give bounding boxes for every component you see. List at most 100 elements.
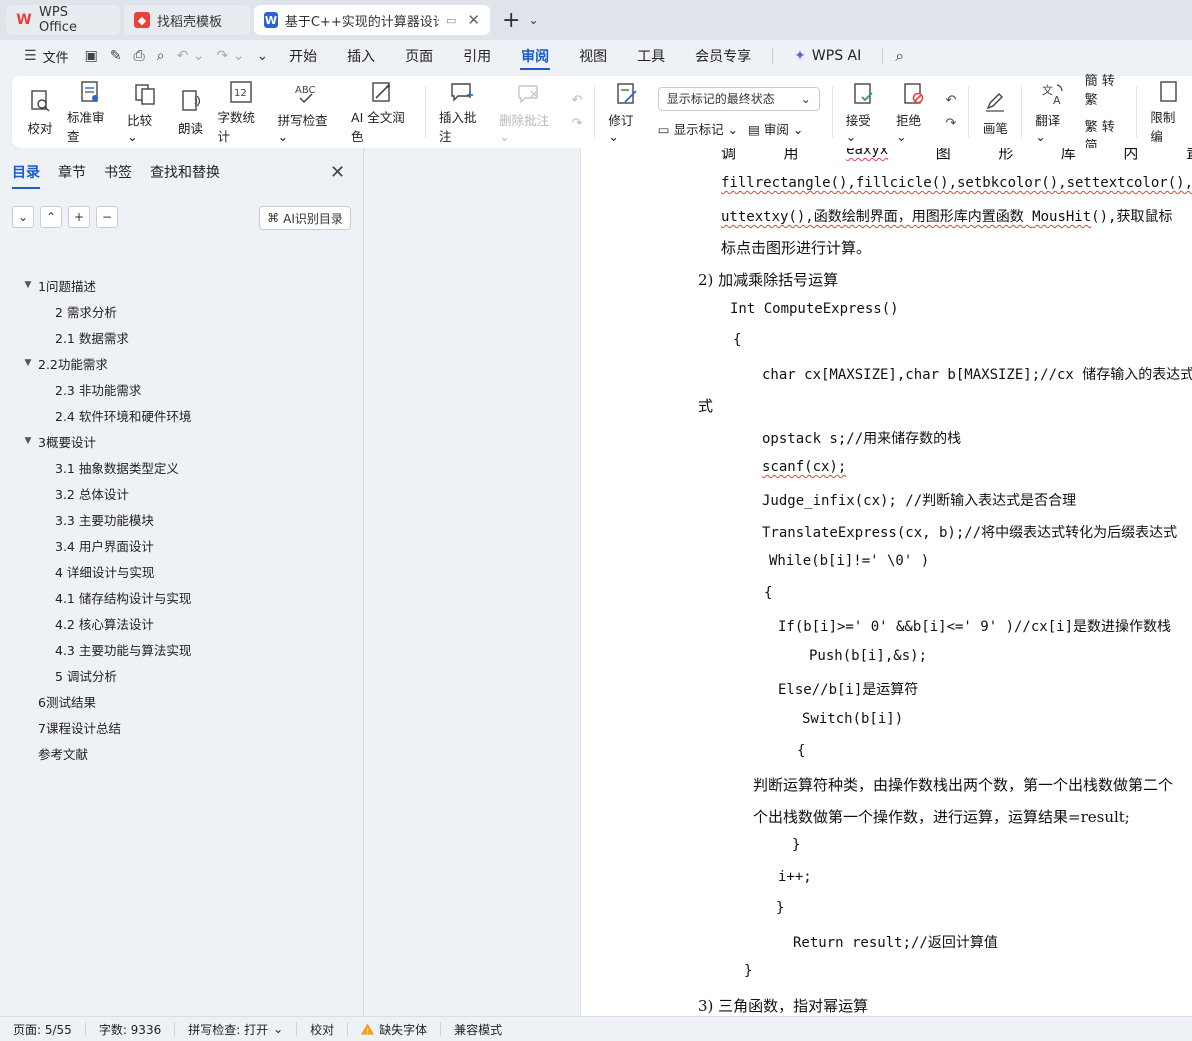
restrict-editing-button[interactable]: 限制编: [1143, 80, 1192, 144]
toc-item[interactable]: 3.4 用户界面设计: [0, 532, 364, 558]
to-traditional-button[interactable]: 簡 转繁: [1085, 70, 1125, 108]
doc-line: char cx[MAXSIZE],char b[MAXSIZE];//cx 储存…: [762, 367, 1192, 383]
menu-review[interactable]: 审阅: [506, 40, 564, 72]
undo-icon[interactable]: ↶ ⌄: [171, 48, 211, 64]
expand-triangle-icon[interactable]: ▼: [22, 436, 34, 446]
menu-tools[interactable]: 工具: [622, 40, 680, 72]
next-change-icon[interactable]: ↷: [946, 116, 957, 131]
toc-item[interactable]: ▼ 2.2功能需求: [0, 350, 364, 376]
file-menu[interactable]: 文件: [43, 47, 69, 66]
nav-tab-find-replace[interactable]: 查找和替换: [150, 162, 220, 182]
tab-label: WPS Office: [39, 5, 77, 35]
collapse-down-icon[interactable]: ⌄: [12, 206, 34, 228]
standard-review-button[interactable]: 标准审查: [60, 80, 120, 144]
close-tab-icon[interactable]: ✕: [467, 11, 480, 29]
menu-member[interactable]: 会员专享: [680, 40, 766, 72]
format-painter-icon[interactable]: ✎: [104, 48, 128, 64]
review-pane-button[interactable]: ▤ 审阅 ⌄: [748, 119, 803, 138]
proofread-button[interactable]: 校对: [20, 80, 60, 144]
toc-item[interactable]: 5 调试分析: [0, 662, 364, 688]
compare-button[interactable]: 比较 ⌄: [120, 80, 170, 144]
tab-list-chevron-icon[interactable]: ⌄: [528, 13, 538, 27]
toc-item-label: 参考文献: [38, 746, 89, 762]
translate-button[interactable]: 文A 翻译 ⌄: [1028, 80, 1078, 144]
redo-icon[interactable]: ↷ ⌄: [211, 48, 251, 64]
menu-insert[interactable]: 插入: [332, 40, 390, 72]
doc-line: }: [792, 837, 801, 853]
expand-triangle-icon[interactable]: ▼: [22, 358, 34, 368]
tab-wps-office[interactable]: W WPS Office: [6, 5, 120, 35]
insert-comment-button[interactable]: 插入批注: [432, 80, 492, 144]
markup-mode-select[interactable]: 显示标记的最终状态 ⌄: [657, 86, 820, 111]
more-chevron-icon[interactable]: ⌄: [250, 48, 274, 64]
read-aloud-button[interactable]: 朗读: [171, 80, 211, 144]
ai-polish-button[interactable]: ✦ AI 全文润色: [344, 80, 419, 144]
toc-item[interactable]: ▼ 1问题描述: [0, 272, 364, 298]
tab-bar: W WPS Office ◆ 找稻壳模板 W 基于C++实现的计算器设计 说 ▭…: [0, 0, 1192, 40]
menu-start[interactable]: 开始: [274, 40, 332, 72]
nav-tab-sections[interactable]: 章节: [58, 162, 86, 182]
warning-icon: !: [361, 1023, 375, 1035]
previous-comment-icon[interactable]: ↶: [572, 93, 583, 108]
doc-line: Return result;//返回计算值: [793, 935, 998, 951]
collapse-up-icon[interactable]: ⌃: [40, 206, 62, 228]
doc-line: Else//b[i]是运算符: [778, 682, 919, 698]
expand-triangle-icon[interactable]: ▼: [22, 280, 34, 290]
missing-font-status[interactable]: ! 缺失字体: [348, 1022, 442, 1037]
toc-item[interactable]: 2.3 非功能需求: [0, 376, 364, 402]
toc-item-label: 4.1 储存结构设计与实现: [55, 590, 192, 606]
nav-tab-bookmarks[interactable]: 书签: [104, 162, 132, 182]
nav-tab-toc[interactable]: 目录: [12, 162, 40, 189]
search-icon[interactable]: ⌕: [889, 46, 910, 66]
tab-document[interactable]: W 基于C++实现的计算器设计 说 ▭ ✕: [254, 5, 490, 35]
remove-heading-icon[interactable]: −: [96, 206, 118, 228]
translate-icon: 文A: [1040, 80, 1066, 107]
next-comment-icon[interactable]: ↷: [572, 116, 583, 131]
new-tab-icon[interactable]: +: [502, 8, 520, 33]
menu-view[interactable]: 视图: [564, 40, 622, 72]
toc-item[interactable]: 4.3 主要功能与算法实现: [0, 636, 364, 662]
toc-item[interactable]: 2.4 软件环境和硬件环境: [0, 402, 364, 428]
print-icon[interactable]: ⎙: [128, 48, 151, 64]
show-markup-button[interactable]: ▭ 显示标记 ⌄: [658, 119, 738, 138]
reject-button[interactable]: 拒绝 ⌄: [889, 80, 939, 144]
menu-wps-ai[interactable]: ✦ WPS AI: [779, 40, 876, 72]
toc-item[interactable]: 3.2 总体设计: [0, 480, 364, 506]
proofread-status[interactable]: 校对: [297, 1022, 349, 1037]
toc-item[interactable]: ▼ 3概要设计: [0, 428, 364, 454]
word-count-button[interactable]: 12 字数统计: [211, 80, 271, 144]
svg-text:ABC: ABC: [295, 85, 316, 96]
word-count-indicator[interactable]: 字数: 9336: [86, 1022, 176, 1037]
toc-item[interactable]: 4.1 储存结构设计与实现: [0, 584, 364, 610]
spell-check-status[interactable]: 拼写检查: 打开 ⌄: [175, 1022, 298, 1037]
previous-change-icon[interactable]: ↶: [946, 93, 957, 108]
toc-item[interactable]: 3.3 主要功能模块: [0, 506, 364, 532]
accept-button[interactable]: 接受 ⌄: [839, 80, 889, 144]
delete-comment-button[interactable]: 删除批注 ⌄: [492, 80, 565, 144]
add-heading-icon[interactable]: +: [68, 206, 90, 228]
track-changes-button[interactable]: 修订 ⌄: [601, 80, 651, 144]
toc-item-label: 2.3 非功能需求: [55, 382, 142, 398]
toc-item[interactable]: 7课程设计总结: [0, 714, 364, 740]
toc-item[interactable]: 2.1 数据需求: [0, 324, 364, 350]
menu-reference[interactable]: 引用: [448, 40, 506, 72]
toc-item[interactable]: 参考文献: [0, 740, 364, 766]
spell-check-button[interactable]: ABC 拼写检查 ⌄: [271, 80, 344, 145]
pen-button[interactable]: 画笔: [975, 80, 1015, 144]
toc-item[interactable]: 4.2 核心算法设计: [0, 610, 364, 636]
tab-template[interactable]: ◆ 找稻壳模板: [124, 5, 250, 35]
wps-ai-icon: ✦: [794, 48, 806, 64]
toc-item[interactable]: 4 详细设计与实现: [0, 558, 364, 584]
toc-item[interactable]: 6测试结果: [0, 688, 364, 714]
print-preview-icon[interactable]: ⌕: [151, 48, 171, 64]
save-icon[interactable]: ▣: [79, 48, 104, 64]
menu-page[interactable]: 页面: [390, 40, 448, 72]
close-panel-icon[interactable]: ✕: [330, 162, 345, 183]
page-indicator[interactable]: 页面: 5/55: [0, 1022, 86, 1037]
document-page[interactable]: 调 用 eaxyx 图 形 库 内 置 fillrectangle(),fill…: [580, 148, 1192, 1016]
ai-recognize-toc-button[interactable]: ⌘ AI识别目录: [259, 206, 351, 230]
toc-item-label: 3.3 主要功能模块: [55, 512, 154, 528]
toc-item[interactable]: 2 需求分析: [0, 298, 364, 324]
toc-item[interactable]: 3.1 抽象数据类型定义: [0, 454, 364, 480]
hamburger-icon[interactable]: ☰: [18, 48, 43, 64]
